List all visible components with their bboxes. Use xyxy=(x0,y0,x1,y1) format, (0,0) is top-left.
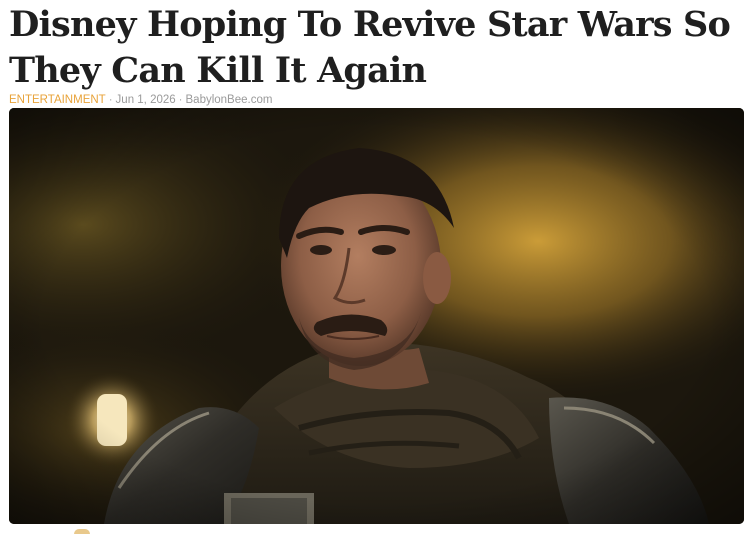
meta-separator: · xyxy=(108,94,113,106)
article: Disney Hoping To Revive Star Wars So The… xyxy=(0,0,751,534)
bottom-decoration xyxy=(74,529,90,534)
publish-date: Jun 1, 2026 xyxy=(115,94,176,106)
category-link[interactable]: ENTERTAINMENT xyxy=(9,94,106,106)
article-meta: ENTERTAINMENT · Jun 1, 2026 · BabylonBee.com xyxy=(9,93,272,107)
hero-image[interactable] xyxy=(9,108,744,524)
source-label: BabylonBee.com xyxy=(185,94,273,106)
hero-illustration xyxy=(9,108,744,524)
article-headline[interactable]: Disney Hoping To Revive Star Wars So The… xyxy=(9,2,739,94)
meta-separator: · xyxy=(178,94,183,106)
